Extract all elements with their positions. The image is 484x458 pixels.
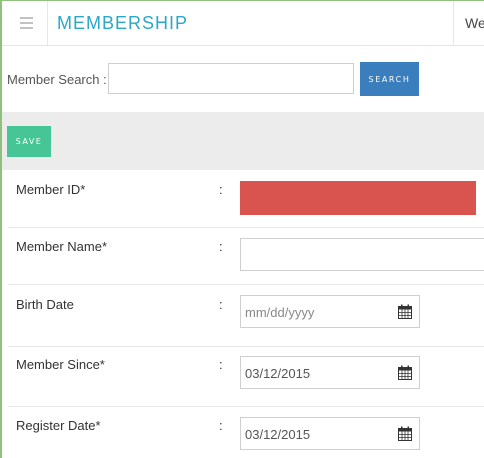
form-row-register-date: Register Date* : 03/12/2015 bbox=[8, 407, 484, 458]
top-navbar: MEMBERSHIP We bbox=[2, 1, 484, 46]
member-name-label: Member Name* bbox=[16, 239, 108, 254]
birth-date-placeholder: mm/dd/yyyy bbox=[245, 305, 315, 320]
navbar-divider-right bbox=[453, 1, 454, 45]
register-date-label: Register Date* bbox=[16, 418, 101, 433]
birth-date-label: Birth Date bbox=[16, 297, 74, 312]
member-id-label: Member ID* bbox=[16, 182, 86, 197]
register-date-colon: : bbox=[219, 418, 223, 433]
form-row-birth-date: Birth Date : mm/dd/yyyy bbox=[8, 285, 484, 347]
member-since-value: 03/12/2015 bbox=[245, 366, 311, 381]
birth-date-colon: : bbox=[219, 297, 223, 312]
member-name-field[interactable] bbox=[240, 238, 484, 271]
search-button[interactable]: SEARCH bbox=[360, 62, 419, 96]
member-search-input[interactable] bbox=[108, 63, 354, 94]
form-row-member-id: Member ID* : bbox=[8, 170, 484, 228]
form-row-member-name: Member Name* : bbox=[8, 228, 484, 285]
calendar-icon[interactable] bbox=[398, 365, 412, 380]
action-toolbar: SAVE bbox=[2, 112, 484, 170]
member-id-colon: : bbox=[219, 182, 223, 197]
member-search-label: Member Search : bbox=[7, 72, 107, 87]
member-since-field[interactable]: 03/12/2015 bbox=[240, 356, 420, 389]
birth-date-field[interactable]: mm/dd/yyyy bbox=[240, 295, 420, 328]
calendar-icon[interactable] bbox=[398, 304, 412, 319]
member-since-label: Member Since* bbox=[16, 357, 105, 372]
member-id-field[interactable] bbox=[240, 181, 476, 215]
page-title: MEMBERSHIP bbox=[57, 13, 189, 33]
form-row-member-since: Member Since* : 03/12/2015 bbox=[8, 347, 484, 407]
register-date-field[interactable]: 03/12/2015 bbox=[240, 417, 420, 450]
save-button[interactable]: SAVE bbox=[7, 126, 51, 157]
calendar-icon[interactable] bbox=[398, 426, 412, 441]
member-name-colon: : bbox=[219, 239, 223, 254]
menu-icon[interactable] bbox=[8, 5, 44, 41]
register-date-value: 03/12/2015 bbox=[245, 427, 311, 442]
frame-border-left bbox=[0, 0, 2, 458]
welcome-text: We bbox=[465, 15, 484, 31]
navbar-divider bbox=[47, 1, 48, 45]
member-since-colon: : bbox=[219, 357, 223, 372]
